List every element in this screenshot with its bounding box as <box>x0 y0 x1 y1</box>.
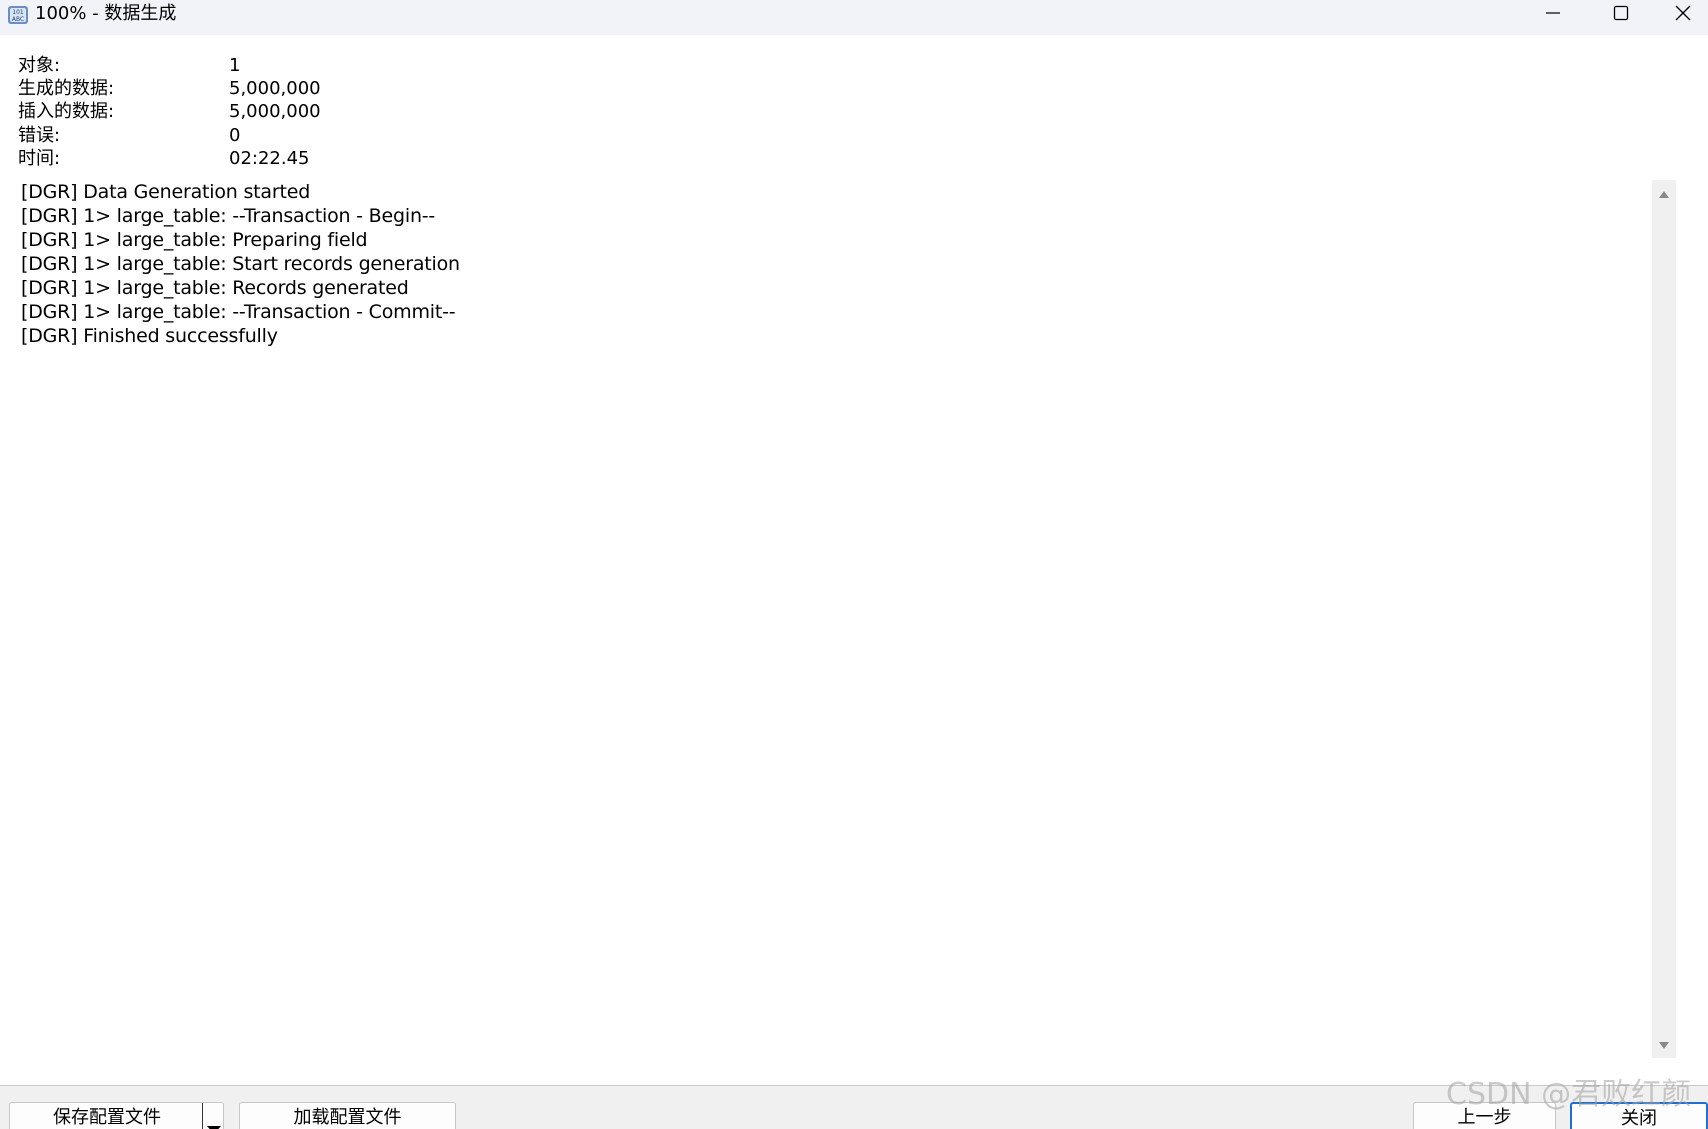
stat-label: 时间: <box>18 147 61 169</box>
scroll-up-arrow-icon <box>1658 185 1670 204</box>
log-output[interactable]: [DGR] Data Generation started [DGR] 1> l… <box>18 180 1676 1058</box>
svg-text:ABC: ABC <box>12 16 24 23</box>
stat-value: 5,000,000 <box>229 78 321 100</box>
stat-label: 错误: <box>18 124 61 146</box>
maximize-button[interactable] <box>1588 0 1654 30</box>
stat-value: 1 <box>229 55 241 76</box>
log-line: [DGR] 1> large_table: Preparing field <box>21 229 368 251</box>
save-profile-button[interactable]: 保存配置文件 <box>9 1102 224 1129</box>
dropdown-arrow-icon <box>207 1115 221 1129</box>
load-profile-button[interactable]: 加载配置文件 <box>239 1102 456 1129</box>
stat-value: 0 <box>229 124 241 146</box>
maximize-icon <box>1613 5 1629 25</box>
minimize-icon <box>1545 5 1561 25</box>
log-lines: [DGR] Data Generation started [DGR] 1> l… <box>21 180 460 348</box>
data-generation-icon: 101 ABC <box>6 3 30 27</box>
stat-label: 对象: <box>18 55 61 76</box>
log-line: [DGR] Data Generation started <box>21 181 311 203</box>
save-profile-dropdown[interactable] <box>202 1103 224 1129</box>
log-scrollbar[interactable] <box>1652 180 1676 1058</box>
log-line: [DGR] Finished successfully <box>21 325 278 347</box>
log-line: [DGR] 1> large_table: Start records gene… <box>21 253 460 275</box>
scroll-down-button[interactable] <box>1652 1032 1676 1056</box>
stat-label: 插入的数据: <box>18 101 115 123</box>
scroll-down-arrow-icon <box>1658 1035 1670 1054</box>
svg-text:101: 101 <box>12 9 24 16</box>
save-profile-label: 保存配置文件 <box>53 1107 161 1128</box>
data-generation-window: 101 ABC 100% - 数据生成 对象: 1 生成的数据: 5,000,0… <box>0 0 1708 1129</box>
scroll-up-button[interactable] <box>1652 182 1676 206</box>
close-icon <box>1674 4 1692 26</box>
watermark: CSDN @君败红颜 <box>1446 1077 1692 1112</box>
stat-value: 5,000,000 <box>229 101 321 123</box>
window-title: 100% - 数据生成 <box>35 3 177 24</box>
log-line: [DGR] 1> large_table: Records generated <box>21 277 409 299</box>
log-line: [DGR] 1> large_table: --Transaction - Be… <box>21 205 436 227</box>
stat-value: 02:22.45 <box>229 147 310 169</box>
log-line: [DGR] 1> large_table: --Transaction - Co… <box>21 301 456 323</box>
stat-label: 生成的数据: <box>18 78 115 100</box>
minimize-button[interactable] <box>1520 0 1586 30</box>
title-bar: 101 ABC 100% - 数据生成 <box>0 0 1708 35</box>
close-window-button[interactable] <box>1658 0 1708 30</box>
